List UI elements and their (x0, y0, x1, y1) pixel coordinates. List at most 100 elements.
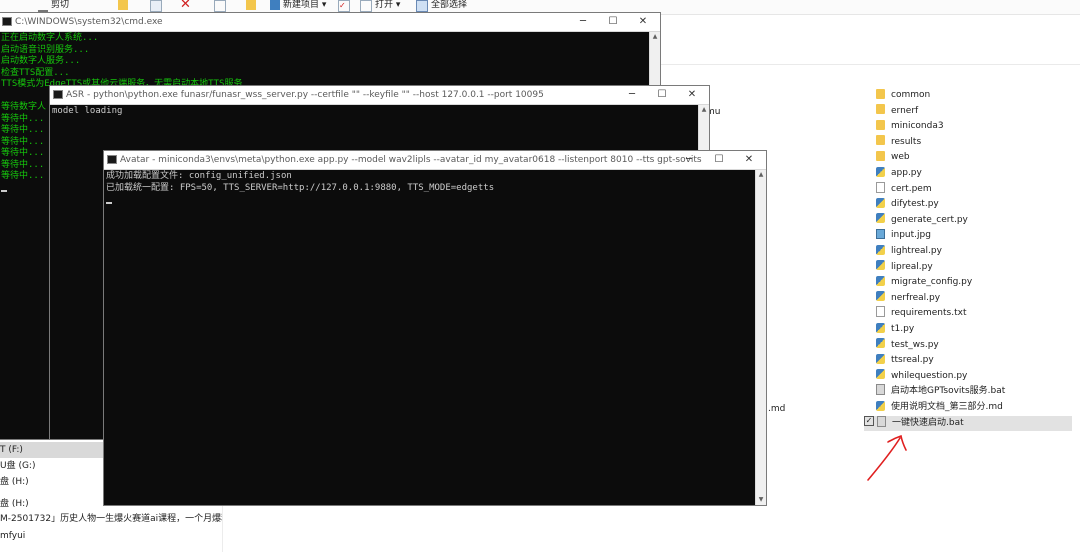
file-name: miniconda3 (891, 121, 944, 132)
open-label: 打开 (375, 0, 394, 10)
file-name: lipreal.py (891, 261, 933, 272)
file-item[interactable]: nerfreal.py (876, 291, 1072, 306)
file-name: test_ws.py (891, 339, 939, 350)
minimize-button[interactable]: ─ (568, 13, 598, 31)
cmd-title: C:\WINDOWS\system32\cmd.exe (15, 17, 163, 27)
text-cursor (106, 201, 112, 204)
folder-icon (876, 119, 885, 130)
text-file-icon (876, 181, 885, 193)
image-file-icon (876, 228, 885, 239)
file-item[interactable]: common (876, 88, 1072, 103)
batch-file-icon (877, 415, 886, 427)
console-line: 已加载统一配置: FPS=50, TTS_SERVER=http://127.0… (106, 182, 495, 193)
file-name: requirements.txt (891, 308, 967, 319)
minimize-button[interactable]: ─ (674, 151, 704, 169)
file-item[interactable]: whilequestion.py (876, 369, 1072, 384)
python-file-icon (876, 338, 885, 349)
avatar-output: 成功加载配置文件: config_unified.json 已加载统一配置: FP… (104, 170, 756, 505)
file-name: generate_cert.py (891, 214, 968, 225)
python-file-icon (876, 400, 885, 411)
asr-title: ASR - python\python.exe funasr/funasr_ws… (66, 90, 544, 100)
console-icon (53, 90, 63, 99)
file-item[interactable]: difytest.py (876, 197, 1072, 212)
properties-check-icon: ✓ (338, 0, 350, 12)
file-item[interactable]: t1.py (876, 322, 1072, 337)
folder-icon (876, 104, 885, 115)
file-item[interactable]: results (876, 135, 1072, 150)
file-item[interactable]: input.jpg (876, 228, 1072, 243)
minimize-button[interactable]: ─ (617, 86, 647, 104)
folder-icon (876, 88, 885, 99)
close-button[interactable]: ✕ (677, 86, 707, 104)
scroll-up-icon[interactable]: ▲ (650, 32, 660, 42)
maximize-button[interactable]: ☐ (598, 13, 628, 31)
maximize-button[interactable]: ☐ (704, 151, 734, 169)
folder-icon (876, 150, 885, 161)
file-item[interactable]: 使用说明文档_第三部分.md (876, 400, 1072, 415)
avatar-titlebar[interactable]: Avatar - miniconda3\envs\meta\python.exe… (104, 151, 766, 170)
avatar-window[interactable]: Avatar - miniconda3\envs\meta\python.exe… (103, 150, 767, 506)
file-name: migrate_config.py (891, 277, 973, 288)
select-all-icon (416, 0, 428, 12)
file-item[interactable]: test_ws.py (876, 338, 1072, 353)
file-name: 启动本地GPTsovits服务.bat (891, 386, 1006, 397)
avatar-title: Avatar - miniconda3\envs\meta\python.exe… (120, 155, 702, 165)
close-button[interactable]: ✕ (628, 13, 658, 31)
dropdown-caret-icon: ▾ (319, 0, 327, 10)
new-item-icon (270, 0, 280, 10)
file-name: web (891, 152, 910, 163)
file-name: cert.pem (891, 183, 932, 194)
file-item[interactable]: app.py (876, 166, 1072, 181)
avatar-scrollbar[interactable]: ▲ ▼ (755, 170, 766, 505)
python-file-icon (876, 166, 885, 177)
file-item[interactable]: requirements.txt (876, 306, 1072, 321)
file-name: results (891, 136, 922, 147)
file-item[interactable]: ernerf (876, 104, 1072, 119)
file-name: t1.py (891, 324, 915, 334)
python-file-icon (876, 213, 885, 224)
file-item[interactable]: lipreal.py (876, 260, 1072, 275)
console-line: 检查TTS配置... (1, 67, 70, 78)
cmd-titlebar[interactable]: C:\WINDOWS\system32\cmd.exe ─ ☐ ✕ (0, 13, 660, 32)
file-name: ttsreal.py (891, 355, 934, 366)
file-name: whilequestion.py (891, 370, 968, 381)
file-item[interactable]: cert.pem (876, 181, 1072, 197)
close-button[interactable]: ✕ (734, 151, 764, 169)
open-icon (360, 0, 372, 12)
console-prompt-line (106, 194, 754, 206)
console-line: 成功加载配置文件: config_unified.json (106, 171, 292, 181)
console-line: 启动语音识别服务... (1, 44, 90, 55)
new-item-label: 新建项目 (283, 0, 320, 10)
python-file-icon (876, 275, 885, 286)
scroll-down-icon[interactable]: ▼ (756, 495, 766, 505)
python-file-icon (876, 369, 885, 380)
delete-x-icon: ✕ (180, 0, 191, 12)
selection-checkbox[interactable]: ✓ (864, 416, 874, 427)
nav-item[interactable]: M-2501732」历史人物一生爆火赛道ai课程，一个月爆粉40v (0, 511, 222, 527)
file-name: 一键快速启动.bat (892, 417, 964, 428)
file-item[interactable]: 启动本地GPTsovits服务.bat (876, 384, 1072, 399)
nav-item[interactable]: mfyui (0, 528, 222, 544)
file-name: input.jpg (891, 230, 931, 241)
file-name: common (891, 90, 931, 100)
file-item[interactable]: miniconda3 (876, 119, 1072, 134)
scroll-up-icon[interactable]: ▲ (756, 170, 766, 180)
file-name: 使用说明文档_第三部分.md (891, 402, 1003, 412)
partial-filename-text: .md (768, 404, 786, 414)
select-all-label: 全部选择 (431, 0, 468, 10)
file-item[interactable]: ttsreal.py (876, 353, 1072, 368)
python-file-icon (876, 244, 885, 255)
file-item[interactable]: lightreal.py (876, 244, 1072, 259)
file-item[interactable]: migrate_config.py (876, 275, 1072, 290)
file-item[interactable]: web (876, 150, 1072, 165)
python-file-icon (876, 260, 885, 271)
asr-titlebar[interactable]: ASR - python\python.exe funasr/funasr_ws… (50, 86, 709, 105)
annotation-arrow-icon (867, 434, 907, 481)
scroll-up-icon[interactable]: ▲ (699, 105, 709, 115)
python-file-icon (876, 353, 885, 364)
maximize-button[interactable]: ☐ (647, 86, 677, 104)
folder-icon (876, 135, 885, 146)
console-icon (2, 17, 12, 26)
console-icon (107, 155, 117, 164)
file-item[interactable]: generate_cert.py (876, 213, 1072, 228)
